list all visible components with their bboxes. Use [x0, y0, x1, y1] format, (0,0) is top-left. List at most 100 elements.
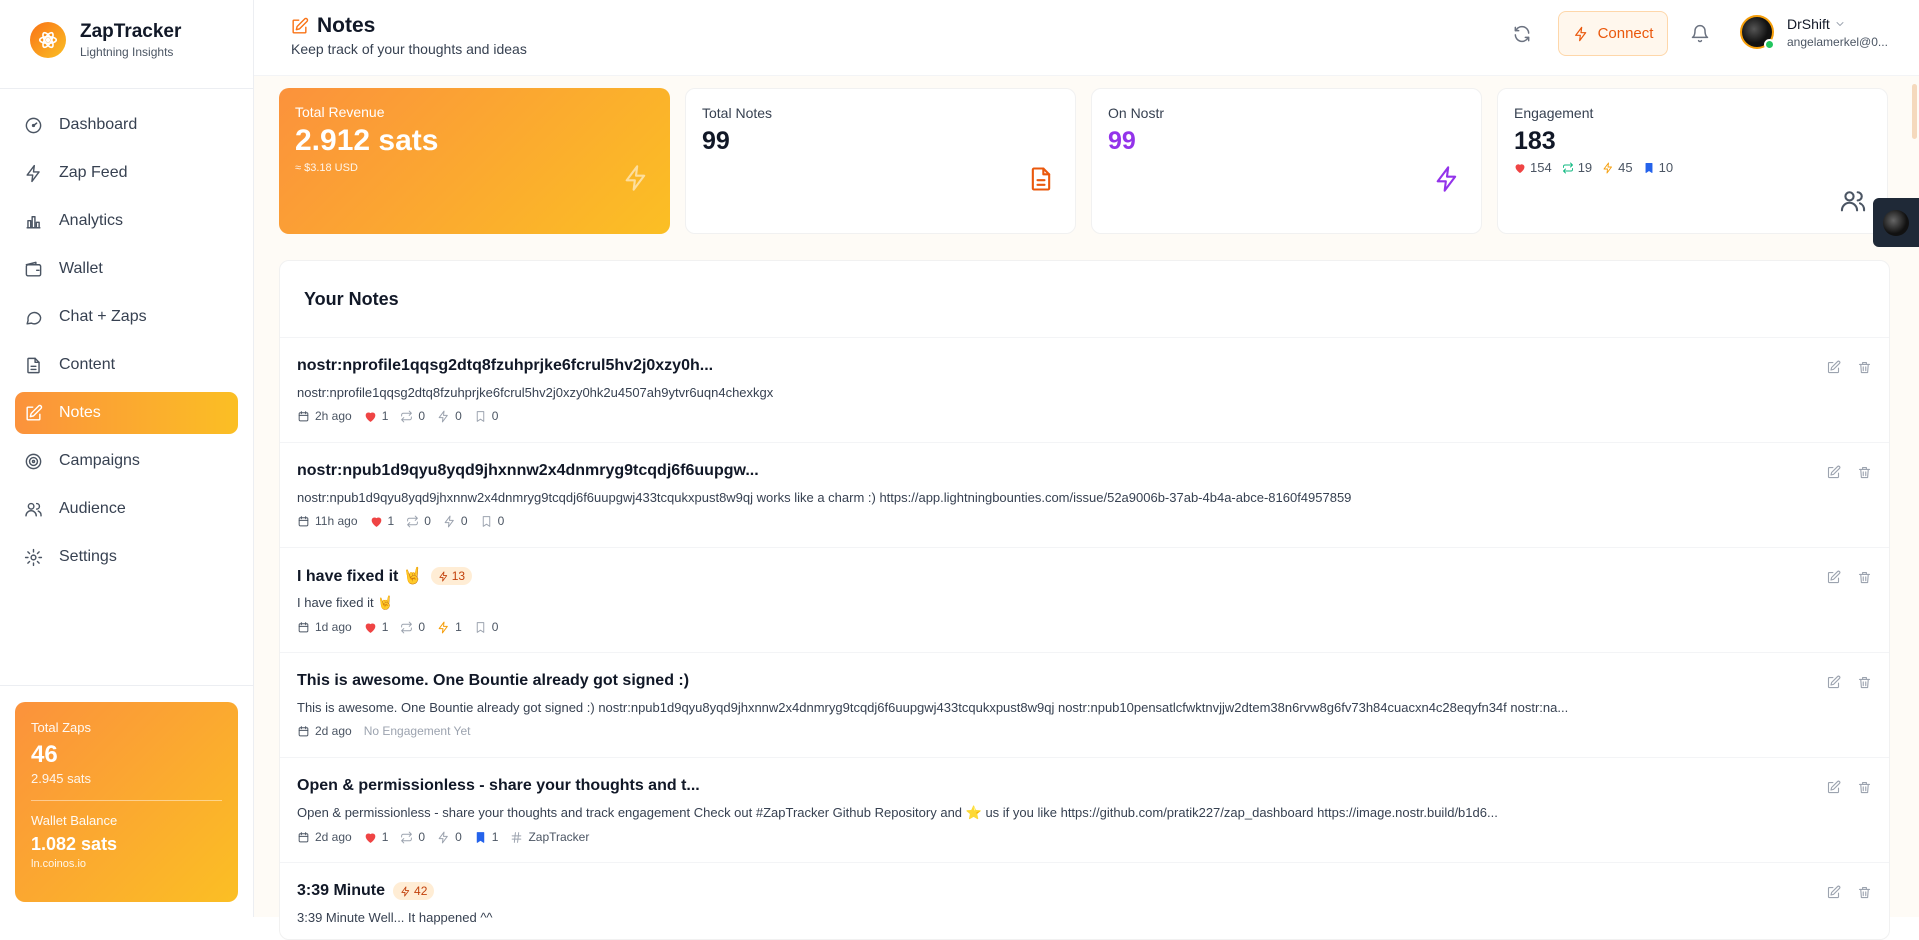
note-title: 3:39 Minute — [297, 882, 386, 899]
app-tagline: Lightning Insights — [80, 45, 174, 59]
note-body: I have fixed it 🤘 — [297, 595, 394, 610]
bell-icon — [1690, 24, 1710, 44]
delete-note-button[interactable] — [1857, 675, 1872, 690]
delete-note-button[interactable] — [1857, 885, 1872, 900]
edit-note-button[interactable] — [1826, 465, 1841, 480]
bookmarks-count: 0 — [497, 514, 505, 528]
connect-button[interactable]: Connect — [1558, 11, 1668, 56]
note-body: nostr:nprofile1qqsg2dtq8fzuhprjke6fcrul5… — [297, 385, 774, 400]
total-revenue-label: Total Revenue — [295, 104, 385, 120]
sidebar-item-label: Chat + Zaps — [59, 308, 147, 325]
list-item[interactable]: nostr:npub1d9qyu8yqd9jhxnnw2x4dnmryg9tcq… — [280, 443, 1889, 548]
zaps-count: 0 — [455, 830, 462, 844]
edit-note-button[interactable] — [1826, 570, 1841, 585]
total-zaps-value: 46 — [31, 741, 58, 768]
sidebar-item-notes[interactable]: Notes — [15, 392, 238, 434]
note-time: 11h ago — [315, 514, 358, 528]
edit-note-button[interactable] — [1826, 885, 1841, 900]
lightning-icon — [437, 410, 455, 423]
users-icon — [1839, 187, 1867, 215]
refresh-button[interactable] — [1512, 24, 1532, 44]
sidebar-item-content[interactable]: Content — [15, 344, 238, 386]
repost-icon — [400, 831, 418, 844]
delete-note-button[interactable] — [1857, 465, 1872, 480]
divider — [0, 685, 254, 686]
list-item[interactable]: I have fixed it 🤘 13 I have fixed it 🤘 1… — [280, 548, 1889, 653]
repost-icon — [400, 621, 418, 634]
floating-avatar-button[interactable] — [1873, 198, 1919, 247]
note-meta: 2d ago 1 0 0 1 ZapTracker — [297, 830, 1872, 844]
lightning-icon — [24, 164, 59, 183]
edit-icon — [290, 17, 317, 36]
user-menu[interactable]: DrShift angelamerkel@0... — [1740, 15, 1888, 50]
note-title: This is awesome. One Bountie already got… — [297, 672, 690, 689]
bookmarks-count: 10 — [1658, 160, 1674, 175]
bar-chart-icon — [24, 212, 59, 231]
sidebar-item-wallet[interactable]: Wallet — [15, 248, 238, 290]
bookmarks-count: 0 — [491, 409, 499, 423]
edit-note-button[interactable] — [1826, 360, 1841, 375]
scrollbar-thumb[interactable] — [1912, 84, 1917, 139]
sidebar-item-label: Wallet — [59, 260, 103, 277]
sidebar-item-campaigns[interactable]: Campaigns — [15, 440, 238, 482]
lightning-icon — [1573, 26, 1598, 42]
sidebar-item-label: Audience — [59, 500, 126, 517]
page-subtitle: Keep track of your thoughts and ideas — [291, 41, 527, 57]
sidebar-item-dashboard[interactable]: Dashboard — [15, 104, 238, 146]
sidebar-item-audience[interactable]: Audience — [15, 488, 238, 530]
brand[interactable]: ZapTracker Lightning Insights — [30, 21, 181, 59]
edit-note-button[interactable] — [1826, 675, 1841, 690]
divider — [31, 800, 222, 801]
no-engagement-text: No Engagement Yet — [363, 724, 471, 738]
list-item[interactable]: Open & permissionless - share your thoug… — [280, 758, 1889, 863]
total-zaps-label: Total Zaps — [31, 720, 91, 735]
total-notes-label: Total Notes — [702, 105, 773, 121]
delete-note-button[interactable] — [1857, 360, 1872, 375]
delete-note-button[interactable] — [1857, 570, 1872, 585]
sidebar-item-chat-zaps[interactable]: Chat + Zaps — [15, 296, 238, 338]
engagement-label: Engagement — [1514, 105, 1594, 121]
list-item[interactable]: This is awesome. One Bountie already got… — [280, 653, 1889, 758]
calendar-icon — [297, 621, 315, 634]
sidebar-item-label: Zap Feed — [59, 164, 128, 181]
document-icon — [1027, 165, 1055, 193]
heart-icon — [364, 410, 382, 423]
likes-count: 1 — [381, 409, 389, 423]
lightning-icon — [438, 571, 452, 582]
zaps-count: 0 — [455, 409, 462, 423]
lightning-icon — [437, 621, 455, 634]
delete-note-button[interactable] — [1857, 780, 1872, 795]
sidebar-item-label: Campaigns — [59, 452, 140, 469]
sidebar-item-settings[interactable]: Settings — [15, 536, 238, 578]
bookmark-icon — [474, 831, 492, 844]
bookmark-icon — [480, 515, 498, 528]
notes-section-title: Your Notes — [280, 261, 1889, 338]
wallet-summary-card[interactable]: Total Zaps 46 2.945 sats Wallet Balance … — [15, 702, 238, 902]
connect-label: Connect — [1597, 25, 1654, 42]
note-meta: 2d ago No Engagement Yet — [297, 724, 1872, 738]
list-item[interactable]: 3:39 Minute 42 3:39 Minute Well... It ha… — [280, 863, 1889, 939]
online-indicator — [1764, 39, 1775, 50]
on-nostr-card: On Nostr 99 — [1091, 88, 1482, 234]
list-item[interactable]: nostr:nprofile1qqsg2dtq8fzuhprjke6fcrul5… — [280, 338, 1889, 443]
avatar — [1883, 209, 1909, 236]
sidebar-item-analytics[interactable]: Analytics — [15, 200, 238, 242]
wallet-provider: ln.coinos.io — [31, 858, 87, 870]
sidebar-item-label: Analytics — [59, 212, 124, 229]
likes-count: 1 — [381, 620, 389, 634]
repost-icon — [406, 515, 424, 528]
reposts-count: 19 — [1577, 160, 1593, 175]
note-time: 1d ago — [315, 620, 352, 634]
note-body: nostr:npub1d9qyu8yqd9jhxnnw2x4dnmryg9tcq… — [297, 490, 1352, 505]
target-icon — [24, 452, 59, 471]
notifications-button[interactable] — [1690, 24, 1710, 44]
note-body: Open & permissionless - share your thoug… — [297, 805, 1498, 820]
hashtag-icon — [510, 831, 528, 844]
refresh-icon — [1512, 24, 1532, 44]
zap-amount: 13 — [451, 569, 466, 583]
edit-note-button[interactable] — [1826, 780, 1841, 795]
divider — [0, 88, 254, 89]
sidebar-item-zap-feed[interactable]: Zap Feed — [15, 152, 238, 194]
users-icon — [24, 500, 59, 519]
bookmark-icon — [474, 621, 492, 634]
